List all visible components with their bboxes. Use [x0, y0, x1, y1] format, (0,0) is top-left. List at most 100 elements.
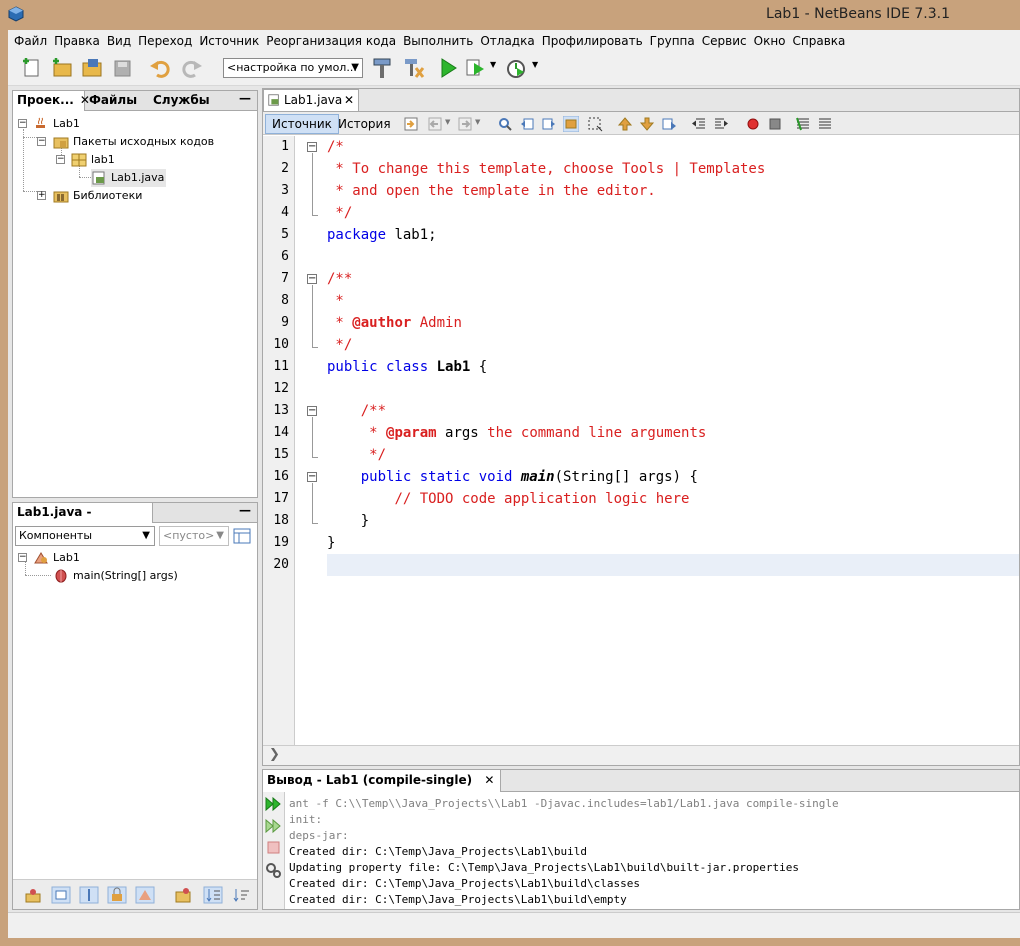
package-icon: [71, 153, 87, 167]
tree-libraries[interactable]: Библиотеки: [53, 187, 142, 205]
rerun-with-params-icon[interactable]: [265, 818, 282, 834]
comment-icon[interactable]: [795, 116, 811, 132]
debug-icon[interactable]: [464, 56, 488, 80]
close-icon[interactable]: ✕: [344, 90, 354, 110]
menu-source[interactable]: Источник: [199, 34, 259, 48]
tab-navigator[interactable]: Lab1.java - Навигатор✕: [13, 503, 153, 538]
fold-toggle-icon[interactable]: −: [307, 274, 317, 284]
hide-inner-classes-icon[interactable]: [135, 886, 155, 904]
rerun-icon[interactable]: [265, 796, 282, 812]
menu-run[interactable]: Выполнить: [403, 34, 473, 48]
tree-source-packages[interactable]: Пакеты исходных кодов: [53, 133, 214, 151]
tab-projects-label: Проек...: [17, 93, 74, 107]
next-bookmark-icon[interactable]: [639, 116, 655, 132]
open-project-icon[interactable]: [80, 56, 104, 80]
hide-static-icon[interactable]: [79, 886, 99, 904]
stop-macro-icon[interactable]: [767, 116, 783, 132]
hide-nonpublic-icon[interactable]: [107, 886, 127, 904]
project-expander-icon[interactable]: −: [18, 119, 27, 128]
toggle-bookmark-icon[interactable]: [661, 116, 677, 132]
stop-icon[interactable]: [266, 840, 281, 855]
navigator-scope-select[interactable]: <пусто> ▼: [159, 526, 229, 546]
tree-package-lab1[interactable]: lab1: [71, 151, 115, 169]
editor-tab-lab1-java[interactable]: Lab1.java ✕: [263, 89, 359, 111]
clean-build-icon[interactable]: [402, 56, 426, 80]
find-selection-icon[interactable]: [497, 116, 513, 132]
back-icon[interactable]: [427, 116, 443, 132]
profile-dropdown-icon[interactable]: ▼: [532, 60, 538, 69]
code-area[interactable]: /* * To change this template, choose Too…: [327, 136, 1019, 746]
menu-help[interactable]: Справка: [793, 34, 846, 48]
build-hammer-icon[interactable]: [370, 56, 394, 80]
code-line-3: * and open the template in the editor.: [327, 183, 656, 199]
menu-window[interactable]: Окно: [754, 34, 786, 48]
fold-toggle-icon[interactable]: −: [307, 142, 317, 152]
redo-icon[interactable]: [180, 56, 204, 80]
libraries-expander-icon[interactable]: +: [37, 191, 46, 200]
tree-project-lab1[interactable]: Lab1: [33, 115, 80, 133]
line-number: 8: [281, 293, 289, 308]
sources-expander-icon[interactable]: −: [37, 137, 46, 146]
nav-tree-class-lab1[interactable]: Lab1: [33, 549, 80, 567]
tree-file-label: Lab1.java: [111, 171, 165, 184]
fold-toggle-icon[interactable]: −: [307, 472, 317, 482]
menu-refactor[interactable]: Реорганизация кода: [266, 34, 396, 48]
uncomment-icon[interactable]: [817, 116, 833, 132]
line-number: 7: [281, 271, 289, 286]
tree-file-lab1-java[interactable]: Lab1.java: [91, 169, 167, 187]
minimize-icon[interactable]: —: [239, 91, 251, 105]
run-icon[interactable]: [436, 56, 460, 80]
forward-icon[interactable]: [457, 116, 473, 132]
breadcrumb-chevron-icon[interactable]: ❯: [269, 747, 280, 762]
menu-view[interactable]: Вид: [107, 34, 131, 48]
last-edit-icon[interactable]: [403, 116, 419, 132]
toggle-highlight-icon[interactable]: [563, 116, 579, 132]
navigator-layout-icon[interactable]: [233, 527, 251, 545]
menu-edit[interactable]: Правка: [54, 34, 100, 48]
source-mode-button[interactable]: Источник: [265, 114, 339, 134]
history-mode-button[interactable]: История: [331, 114, 398, 134]
shift-right-icon[interactable]: [713, 116, 729, 132]
find-previous-icon[interactable]: [519, 116, 535, 132]
nav-tree-method-main[interactable]: main(String[] args): [53, 567, 178, 585]
menu-file[interactable]: Файл: [14, 34, 47, 48]
save-all-icon[interactable]: [110, 56, 134, 80]
menu-bar: Файл Правка Вид Переход Источник Реорган…: [8, 30, 1020, 52]
hide-fields-icon[interactable]: [51, 886, 71, 904]
start-macro-icon[interactable]: [745, 116, 761, 132]
menu-team[interactable]: Группа: [650, 34, 695, 48]
output-tab-compile-single[interactable]: Вывод - Lab1 (compile-single) ✕: [263, 770, 502, 792]
navigator-filter-select[interactable]: Компоненты ▼: [15, 526, 155, 546]
menu-navigate[interactable]: Переход: [138, 34, 192, 48]
toggle-rect-selection-icon[interactable]: [587, 116, 603, 132]
minimize-icon[interactable]: —: [239, 503, 251, 517]
debug-dropdown-icon[interactable]: ▼: [490, 60, 496, 69]
menu-debug[interactable]: Отладка: [480, 34, 534, 48]
find-next-icon[interactable]: [541, 116, 557, 132]
new-file-icon[interactable]: [20, 56, 44, 80]
close-icon[interactable]: ✕: [484, 773, 494, 787]
fqn-icon[interactable]: [173, 886, 193, 904]
menu-profile[interactable]: Профилировать: [542, 34, 643, 48]
forward-dropdown-icon[interactable]: ▼: [475, 118, 480, 126]
settings-icon[interactable]: [265, 862, 282, 879]
menu-tools[interactable]: Сервис: [702, 34, 747, 48]
tab-files[interactable]: Файлы: [85, 91, 149, 111]
previous-bookmark-icon[interactable]: [617, 116, 633, 132]
sort-by-name-icon[interactable]: [231, 886, 251, 904]
undo-icon[interactable]: [148, 56, 172, 80]
configuration-select[interactable]: <настройка по умол... ▼: [223, 58, 363, 78]
show-inherited-icon[interactable]: [23, 886, 43, 904]
tab-projects[interactable]: Проек... ✕: [13, 91, 90, 111]
profile-icon[interactable]: [504, 56, 528, 80]
class-expander-icon[interactable]: −: [18, 553, 27, 562]
fold-toggle-icon[interactable]: −: [307, 406, 317, 416]
package-expander-icon[interactable]: −: [56, 155, 65, 164]
sort-by-source-icon[interactable]: [203, 886, 223, 904]
editor-panel: Lab1.java ✕ Источник История ▼ ▼ 1 2 3 4…: [262, 88, 1020, 766]
back-dropdown-icon[interactable]: ▼: [445, 118, 450, 126]
new-project-icon[interactable]: [50, 56, 74, 80]
shift-left-icon[interactable]: [691, 116, 707, 132]
tab-services[interactable]: Службы: [149, 91, 219, 111]
